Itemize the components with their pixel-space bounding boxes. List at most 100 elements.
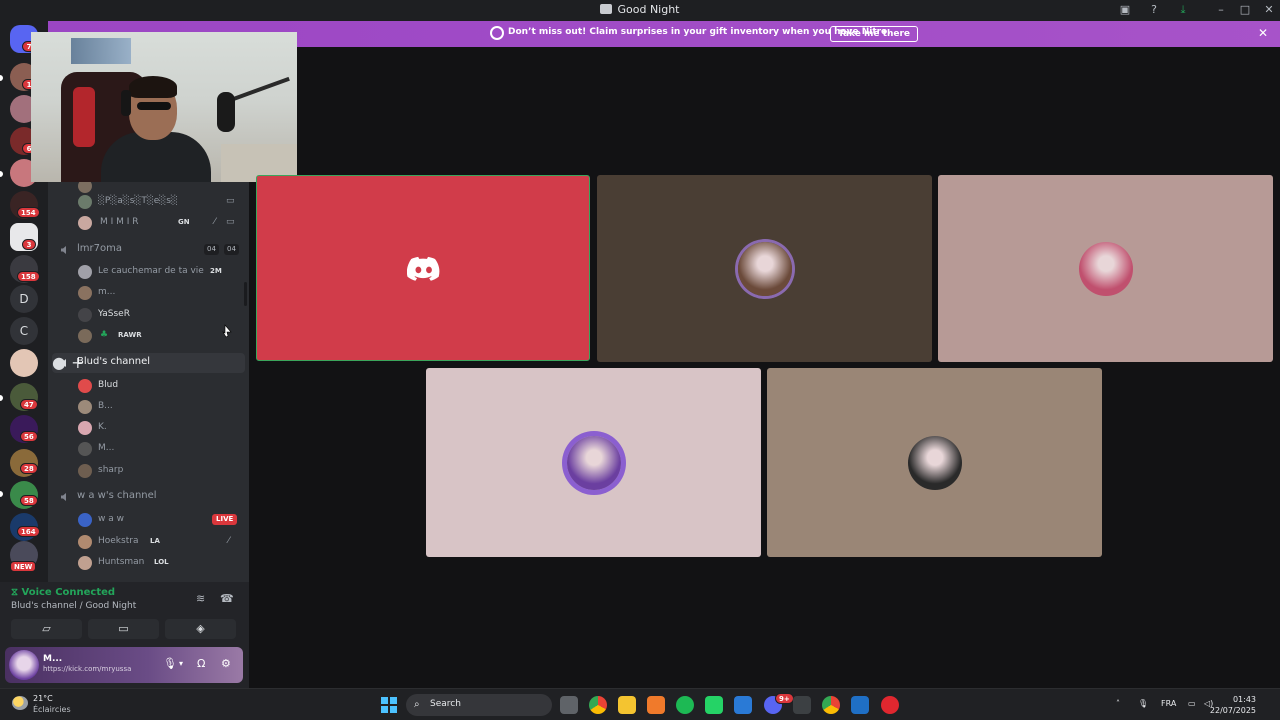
noise-suppression-icon[interactable]: ≋ <box>196 592 205 605</box>
member-name: K. <box>98 422 107 432</box>
minimize-icon[interactable]: – <box>1213 3 1229 17</box>
member-avatar <box>78 556 92 570</box>
stage-tile[interactable] <box>938 175 1273 362</box>
channel-list: ░P░a░s░T░e░s░ ▭ M I M I R GN ⁄ ▭ lmr7oma… <box>48 182 249 582</box>
member-row[interactable]: Hoekstra LA ⁄ <box>48 532 249 552</box>
activity-button[interactable]: ◈ <box>165 619 236 639</box>
server-badge: 3 <box>22 239 36 250</box>
clock[interactable]: 01:43 22/07/2025 <box>1210 694 1256 716</box>
microphone-icon[interactable]: 🎙 <box>163 657 177 670</box>
voice-channel-waw[interactable]: w a w's channel <box>52 487 245 507</box>
member-row[interactable]: YaSseR <box>48 305 249 325</box>
spotify-icon[interactable] <box>676 696 694 714</box>
member-name: Hoekstra <box>98 536 139 546</box>
app-icon[interactable] <box>793 696 811 714</box>
app-icon[interactable] <box>647 696 665 714</box>
server-d[interactable]: D <box>10 285 38 313</box>
member-row[interactable]: m... <box>48 283 249 303</box>
camera-off-button[interactable]: ▱ <box>11 619 82 639</box>
maximize-icon[interactable]: □ <box>1237 3 1253 17</box>
server-badge: 28 <box>20 463 38 474</box>
chrome-icon[interactable] <box>822 696 840 714</box>
download-icon[interactable]: ⤓ <box>1175 3 1191 17</box>
member-row[interactable]: Le cauchemar de ta vie 2M <box>48 262 249 282</box>
search-icon: ⌕ <box>414 699 420 710</box>
user-avatar[interactable] <box>9 650 39 680</box>
wall-poster <box>71 38 131 64</box>
inbox-icon[interactable]: ▣ <box>1117 3 1133 17</box>
discord-logo-icon <box>407 256 440 281</box>
speaker-icon <box>61 493 66 501</box>
task-view-icon[interactable] <box>560 696 578 714</box>
stage-tile[interactable] <box>426 368 761 557</box>
participant-avatar <box>907 435 962 490</box>
member-row[interactable]: Blud <box>48 376 249 396</box>
member-avatar <box>78 286 92 300</box>
member-row[interactable]: M I M I R GN ⁄ ▭ <box>48 213 249 233</box>
server-c[interactable]: C <box>10 317 38 345</box>
channel-icon <box>600 4 613 14</box>
voice-channel-bluds[interactable]: Blud's channel ● + <box>52 353 245 373</box>
mic-tray-icon[interactable]: 🎙 <box>1138 699 1148 708</box>
streamer-hair <box>129 76 177 98</box>
scrollbar[interactable] <box>244 282 247 306</box>
gaming-chair-stripe <box>73 87 95 147</box>
disconnect-icon[interactable]: ☎ <box>220 592 234 605</box>
member-row[interactable]: B... <box>48 397 249 417</box>
member-tag: LA <box>150 537 160 545</box>
stage-tile[interactable] <box>256 175 590 361</box>
new-badge: NEW <box>10 561 37 572</box>
title-bar: Good Night ▣ ? ⤓ – □ ✕ <box>0 0 1280 21</box>
windows-start-icon[interactable] <box>381 697 397 713</box>
help-icon[interactable]: ? <box>1146 3 1162 17</box>
chrome-icon[interactable] <box>589 696 607 714</box>
close-window-icon[interactable]: ✕ <box>1261 3 1277 17</box>
server-badge: 47 <box>20 399 38 410</box>
user-name: M... <box>43 654 63 664</box>
webcam-overlay <box>31 32 297 182</box>
member-tag: 2M <box>210 267 222 275</box>
tray-chevron-icon[interactable]: ˄ <box>1116 699 1120 708</box>
unread-pip <box>0 491 3 497</box>
settings-gear-icon[interactable]: ⚙ <box>221 657 231 670</box>
member-row[interactable]: ♣ RAWR <box>48 326 249 346</box>
photos-icon[interactable] <box>851 696 869 714</box>
date: 22/07/2025 <box>1209 706 1256 715</box>
server-badge: 154 <box>17 207 40 218</box>
server-icon[interactable] <box>10 349 38 377</box>
member-row[interactable]: M... <box>48 439 249 459</box>
member-name: Blud <box>98 380 119 390</box>
microphone <box>217 92 235 132</box>
member-row[interactable]: Huntsman LOL <box>48 553 249 573</box>
member-avatar <box>78 195 92 209</box>
app-icon[interactable] <box>734 696 752 714</box>
language-indicator[interactable]: FRA <box>1161 699 1176 708</box>
network-icon[interactable]: ▭ <box>1188 699 1196 708</box>
member-avatar <box>78 513 92 527</box>
stage-tile[interactable] <box>597 175 932 362</box>
opera-icon[interactable] <box>881 696 899 714</box>
voice-channel-lmr7oma[interactable]: lmr7oma 04 04 <box>52 240 245 260</box>
take-me-there-button[interactable]: Take me there <box>830 26 919 42</box>
live-badge: LIVE <box>212 514 238 525</box>
member-row[interactable]: w a w LIVE <box>48 510 249 530</box>
screen-share-button[interactable]: ▭ <box>88 619 159 639</box>
taskbar-search[interactable]: ⌕ Search <box>406 694 552 716</box>
member-avatar <box>78 379 92 393</box>
headphones-icon[interactable]: Ω <box>197 657 205 670</box>
chevron-down-icon[interactable]: ▾ <box>179 659 183 668</box>
member-row[interactable]: K. <box>48 418 249 438</box>
file-explorer-icon[interactable] <box>618 696 636 714</box>
member-name: Huntsman <box>98 557 145 567</box>
whatsapp-icon[interactable] <box>705 696 723 714</box>
voice-location[interactable]: Blud's channel / Good Night <box>11 601 136 611</box>
user-status: https://kick.com/mryussa <box>43 665 132 673</box>
member-avatar <box>78 464 92 478</box>
member-row[interactable]: ░P░a░s░T░e░s░ ▭ <box>48 192 249 212</box>
stage-tile[interactable] <box>767 368 1102 557</box>
member-tag: RAWR <box>118 331 142 339</box>
member-row[interactable]: sharp <box>48 461 249 481</box>
banner-close-icon[interactable]: ✕ <box>1258 26 1268 40</box>
user-panel[interactable]: M... https://kick.com/mryussa 🎙 ▾ Ω ⚙ <box>5 647 243 683</box>
participant-avatar <box>1078 241 1133 296</box>
